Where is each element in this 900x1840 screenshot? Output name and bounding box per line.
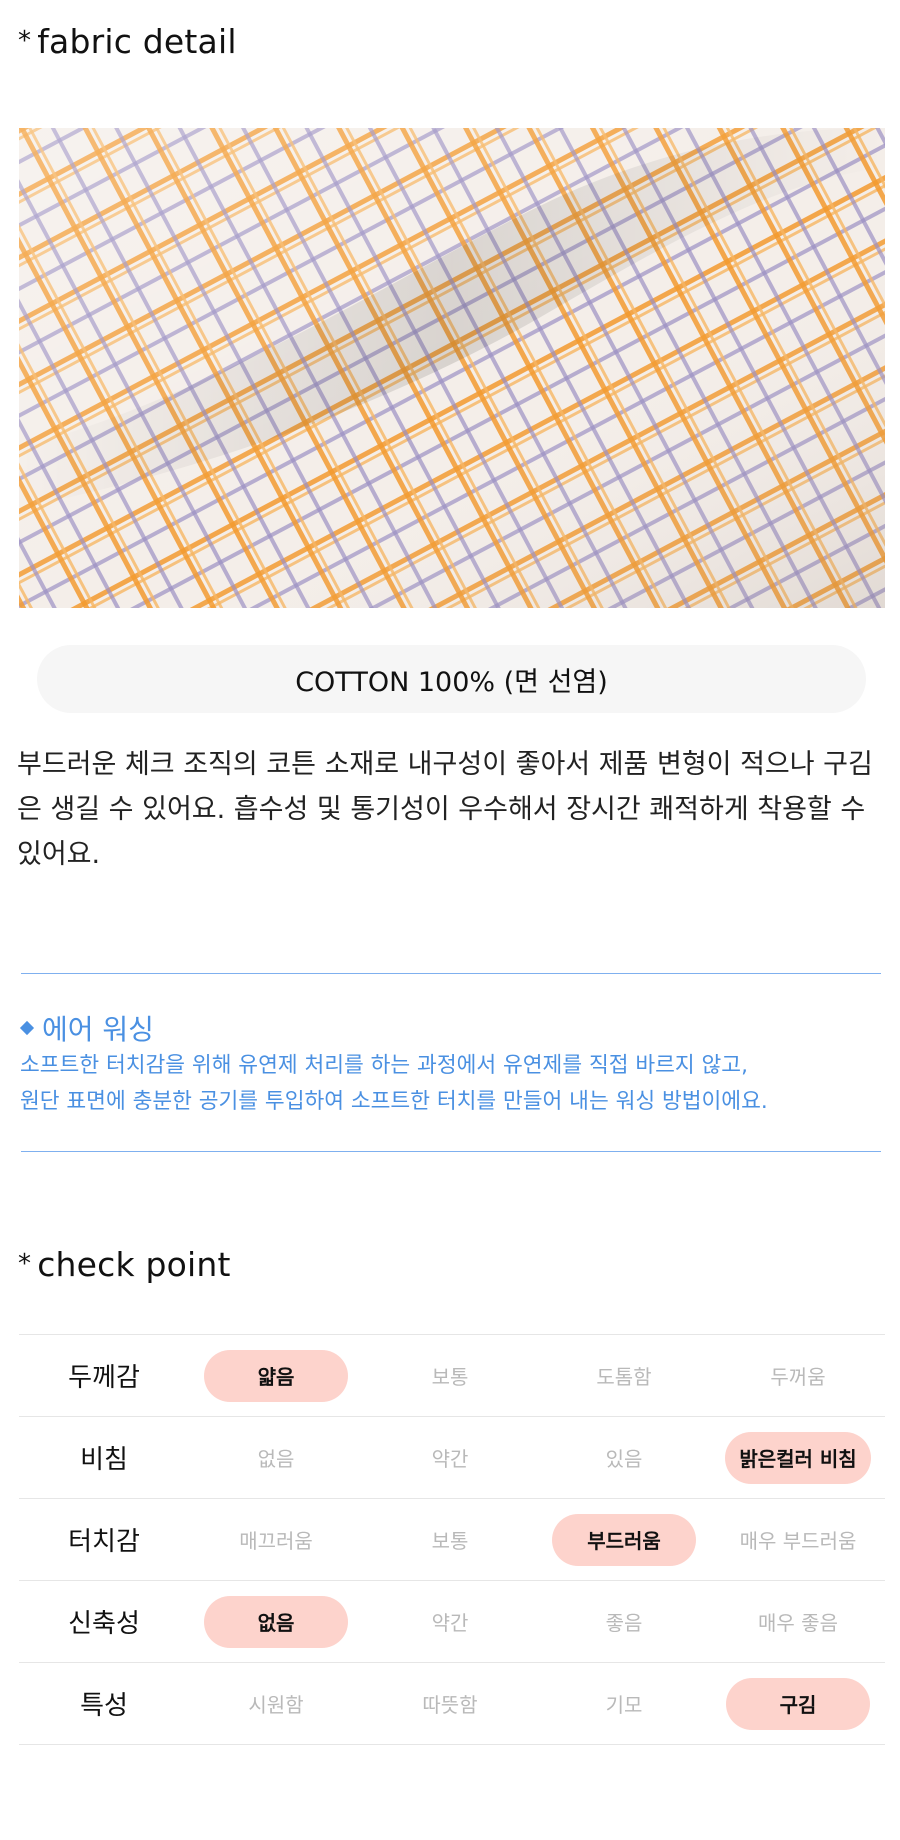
option-label: 도톰함 <box>596 1365 652 1389</box>
option-cell: 보통 <box>363 1350 537 1402</box>
option-label: 없음 <box>204 1595 348 1648</box>
option-label: 좋음 <box>605 1611 643 1635</box>
fabric-detail-heading: * fabric detail <box>18 22 237 61</box>
option-cell: 좋음 <box>537 1596 711 1648</box>
fabric-description: 부드러운 체크 조직의 코튼 소재로 내구성이 좋아서 제품 변형이 적으나 구… <box>17 749 873 870</box>
row-label: 터치감 <box>68 1527 140 1557</box>
option-label: 매우 좋음 <box>758 1611 838 1635</box>
check-row-characteristic: 특성 시원함 따뜻함 기모 구김 <box>19 1663 885 1745</box>
option-cell: 도톰함 <box>537 1350 711 1402</box>
option-cell: 시원함 <box>189 1678 363 1730</box>
option-label: 약간 <box>431 1447 469 1471</box>
wash-note-line: 소프트한 터치감을 위해 유연제 처리를 하는 과정에서 유연제를 직접 바르지… <box>20 1053 748 1078</box>
check-point-title: check point <box>37 1245 231 1284</box>
option-cell-selected: 부드러움 <box>537 1513 711 1566</box>
check-row-stretch: 신축성 없음 약간 좋음 매우 좋음 <box>19 1581 885 1663</box>
option-label: 따뜻함 <box>422 1693 478 1717</box>
diamond-bullet-icon <box>19 1020 35 1036</box>
option-label: 기모 <box>605 1693 643 1717</box>
option-label: 약간 <box>431 1611 469 1635</box>
option-cell: 약간 <box>363 1596 537 1648</box>
option-label: 있음 <box>605 1447 643 1471</box>
option-cell: 따뜻함 <box>363 1678 537 1730</box>
option-label: 얇음 <box>204 1349 348 1402</box>
note-divider-bottom <box>21 1151 881 1152</box>
wash-note-heading: 에어 워싱 <box>19 1008 154 1048</box>
option-label: 없음 <box>257 1447 295 1471</box>
option-label: 보통 <box>431 1365 469 1389</box>
asterisk-icon: * <box>18 1249 32 1279</box>
option-label: 시원함 <box>248 1693 304 1717</box>
option-cell: 기모 <box>537 1678 711 1730</box>
option-cell-selected: 구김 <box>711 1677 885 1730</box>
option-label: 두꺼움 <box>770 1365 826 1389</box>
option-label: 부드러움 <box>552 1513 696 1566</box>
check-point-heading: * check point <box>18 1245 231 1284</box>
option-cell-selected: 밝은컬러 비침 <box>711 1431 885 1484</box>
option-cell: 보통 <box>363 1514 537 1566</box>
option-cell: 있음 <box>537 1432 711 1484</box>
wash-note-description: 소프트한 터치감을 위해 유연제 처리를 하는 과정에서 유연제를 직접 바르지… <box>20 1048 880 1120</box>
check-row-thickness: 두께감 얇음 보통 도톰함 두꺼움 <box>19 1335 885 1417</box>
option-cell: 매우 좋음 <box>711 1596 885 1648</box>
option-cell: 매끄러움 <box>189 1514 363 1566</box>
fabric-check-pattern <box>19 128 885 608</box>
wash-note-line: 원단 표면에 충분한 공기를 투입하여 소프트한 터치를 만들어 내는 워싱 방… <box>20 1089 768 1114</box>
asterisk-icon: * <box>18 26 32 56</box>
option-cell: 두꺼움 <box>711 1350 885 1402</box>
option-label: 밝은컬러 비침 <box>725 1431 871 1484</box>
note-divider-top <box>21 973 881 974</box>
option-label: 매우 부드러움 <box>739 1529 857 1553</box>
option-cell-selected: 얇음 <box>189 1349 363 1402</box>
option-cell: 없음 <box>189 1432 363 1484</box>
wash-note-title: 에어 워싱 <box>42 1013 154 1046</box>
option-cell: 약간 <box>363 1432 537 1484</box>
check-point-table: 두께감 얇음 보통 도톰함 두꺼움 비침 없음 약간 있음 밝은컬러 비침 터치… <box>19 1334 885 1745</box>
row-label: 특성 <box>80 1691 128 1721</box>
option-label: 매끄러움 <box>239 1529 313 1553</box>
check-row-transparency: 비침 없음 약간 있음 밝은컬러 비침 <box>19 1417 885 1499</box>
fabric-detail-title: fabric detail <box>37 22 237 61</box>
option-label: 보통 <box>431 1529 469 1553</box>
row-label: 신축성 <box>68 1609 140 1639</box>
option-cell-selected: 없음 <box>189 1595 363 1648</box>
fabric-photo <box>19 128 885 608</box>
option-label: 구김 <box>726 1677 870 1730</box>
option-cell: 매우 부드러움 <box>711 1514 885 1566</box>
row-label: 비침 <box>80 1445 128 1475</box>
composition-badge: COTTON 100% (면 선염) <box>37 645 866 713</box>
check-row-touch: 터치감 매끄러움 보통 부드러움 매우 부드러움 <box>19 1499 885 1581</box>
row-label: 두께감 <box>68 1363 140 1393</box>
